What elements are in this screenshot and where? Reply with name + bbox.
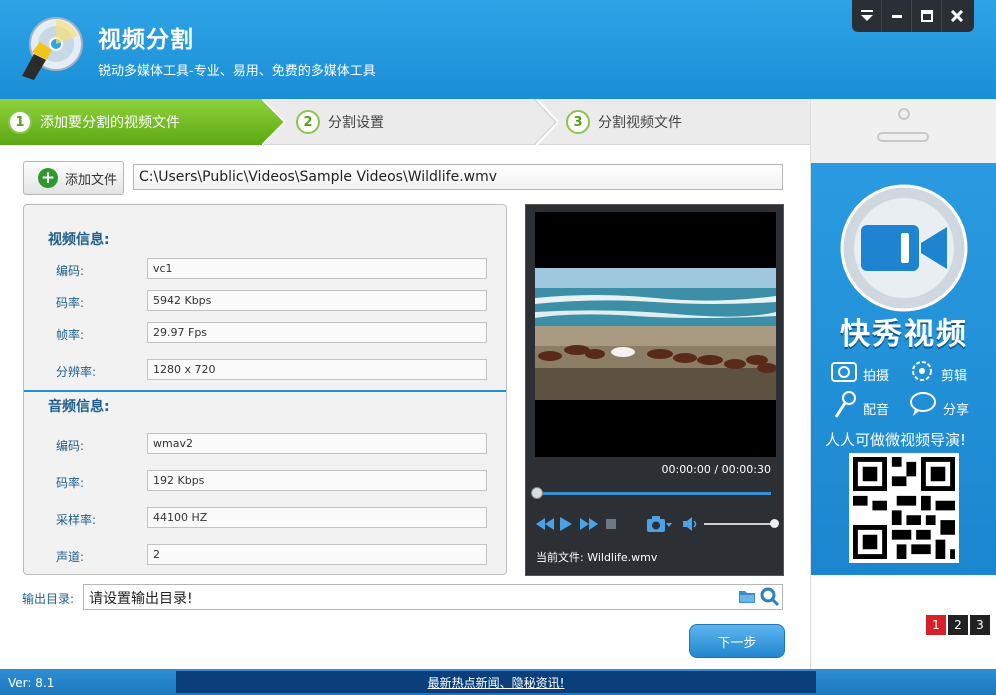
file-path-field[interactable]: C:\Users\Public\Videos\Sample Videos\Wil… bbox=[133, 164, 783, 190]
output-dir-label: 输出目录: bbox=[22, 592, 75, 606]
video-resolution-label: 分辨率: bbox=[56, 365, 97, 379]
audio-info-title: 音频信息: bbox=[48, 399, 110, 415]
video-screen[interactable] bbox=[535, 212, 776, 457]
audio-codec-label: 编码: bbox=[56, 439, 85, 453]
output-dir-field[interactable]: 请设置输出目录! bbox=[83, 584, 783, 610]
app-title: 视频分割 bbox=[98, 27, 194, 53]
ad-banner[interactable]: 快秀视频 拍摄 剪辑 配音 分享 人人可做微视频导演! bbox=[811, 163, 996, 575]
microphone-icon bbox=[834, 391, 856, 418]
video-camera-icon bbox=[840, 184, 968, 312]
ad-page-button[interactable]: 1 bbox=[926, 615, 946, 635]
media-info-panel: 视频信息: 编码: vc1 码率: 5942 Kbps 帧率: 29.97 Fp… bbox=[23, 204, 507, 575]
ad-feature-shoot: 拍摄 bbox=[863, 369, 890, 384]
ad-page-button[interactable]: 2 bbox=[948, 615, 968, 635]
step-label: 分割设置 bbox=[328, 115, 384, 131]
video-bitrate-label: 码率: bbox=[56, 296, 85, 310]
news-ticker-link[interactable]: 最新热点新闻、隐秘资讯! bbox=[176, 671, 816, 693]
share-chat-icon bbox=[910, 392, 936, 416]
audio-bitrate-field: 192 Kbps bbox=[147, 470, 487, 491]
video-preview-player: 00:00:00 / 00:00:30 当前文件: Wildlife.wmv bbox=[525, 204, 784, 576]
ad-sidebar: 快秀视频 拍摄 剪辑 配音 分享 人人可做微视频导演! 1 2 3 bbox=[810, 99, 996, 669]
app-subtitle: 锐动多媒体工具-专业、易用、免费的多媒体工具 bbox=[98, 64, 376, 79]
ad-pagination: 1 2 3 bbox=[924, 615, 990, 635]
ad-slogan: 人人可做微视频导演! bbox=[825, 431, 967, 449]
maximize-icon[interactable] bbox=[912, 0, 942, 32]
stop-icon[interactable] bbox=[606, 519, 616, 529]
step-number: 2 bbox=[296, 110, 320, 134]
volume-icon[interactable] bbox=[683, 517, 699, 531]
video-framerate-label: 帧率: bbox=[56, 328, 85, 342]
audio-samplerate-field: 44100 HZ bbox=[147, 507, 487, 528]
window-controls bbox=[852, 0, 974, 32]
ad-brand-name: 快秀视频 bbox=[840, 317, 968, 352]
rewind-icon[interactable] bbox=[536, 518, 554, 530]
audio-codec-field: wmav2 bbox=[147, 433, 487, 454]
video-resolution-field: 1280 x 720 bbox=[147, 359, 487, 380]
audio-channels-label: 声道: bbox=[56, 550, 85, 564]
qr-code-icon bbox=[849, 453, 959, 563]
ad-feature-share: 分享 bbox=[943, 403, 970, 418]
volume-slider[interactable] bbox=[704, 523, 774, 525]
ad-feature-edit: 剪辑 bbox=[941, 369, 968, 384]
seek-handle[interactable] bbox=[531, 487, 543, 499]
step-number: 1 bbox=[8, 110, 32, 134]
ad-feature-dub: 配音 bbox=[863, 403, 890, 418]
step-add-file[interactable]: 1 添加要分割的视频文件 bbox=[0, 99, 285, 145]
snapshot-camera-icon[interactable] bbox=[646, 515, 672, 533]
video-bitrate-field: 5942 Kbps bbox=[147, 290, 487, 311]
video-frame-image bbox=[535, 268, 776, 400]
search-icon[interactable] bbox=[760, 587, 780, 607]
step-split-settings[interactable]: 2 分割设置 bbox=[296, 99, 384, 145]
step-label: 分割视频文件 bbox=[598, 115, 682, 131]
video-info-title: 视频信息: bbox=[48, 232, 110, 248]
video-codec-label: 编码: bbox=[56, 264, 85, 278]
add-file-button[interactable]: + 添加文件 bbox=[23, 161, 124, 195]
menu-icon[interactable] bbox=[852, 0, 882, 32]
timecode: 00:00:00 / 00:00:30 bbox=[661, 463, 771, 476]
video-framerate-field: 29.97 Fps bbox=[147, 322, 487, 343]
step-number: 3 bbox=[566, 110, 590, 134]
camera-icon bbox=[831, 362, 857, 382]
ad-header bbox=[811, 99, 996, 163]
ad-page-button[interactable]: 3 bbox=[970, 615, 990, 635]
section-divider bbox=[24, 390, 506, 392]
audio-samplerate-label: 采样率: bbox=[56, 513, 97, 527]
fast-forward-icon[interactable] bbox=[580, 518, 598, 530]
folder-icon[interactable] bbox=[739, 588, 755, 604]
version-label: Ver: 8.1 bbox=[8, 676, 55, 690]
step-separator-icon bbox=[262, 99, 286, 145]
minimize-icon[interactable] bbox=[882, 0, 912, 32]
current-file-label: 当前文件: Wildlife.wmv bbox=[536, 551, 658, 564]
seek-bar[interactable] bbox=[537, 492, 771, 495]
ad-placeholder-icon bbox=[877, 108, 929, 142]
edit-flower-icon bbox=[912, 361, 932, 381]
video-codec-field: vc1 bbox=[147, 258, 487, 279]
audio-channels-field: 2 bbox=[147, 544, 487, 565]
app-logo-icon bbox=[12, 14, 86, 84]
step-split-files[interactable]: 3 分割视频文件 bbox=[566, 99, 682, 145]
play-icon[interactable] bbox=[560, 517, 572, 531]
audio-bitrate-label: 码率: bbox=[56, 476, 85, 490]
add-file-label: 添加文件 bbox=[65, 172, 118, 188]
close-icon[interactable] bbox=[942, 0, 972, 32]
plus-icon: + bbox=[38, 168, 58, 188]
step-bar: 1 添加要分割的视频文件 2 分割设置 3 分割视频文件 bbox=[0, 99, 810, 145]
volume-handle[interactable] bbox=[770, 519, 779, 528]
next-step-button[interactable]: 下一步 bbox=[689, 624, 785, 658]
step-label: 添加要分割的视频文件 bbox=[40, 115, 180, 131]
step-separator-icon bbox=[534, 99, 558, 145]
